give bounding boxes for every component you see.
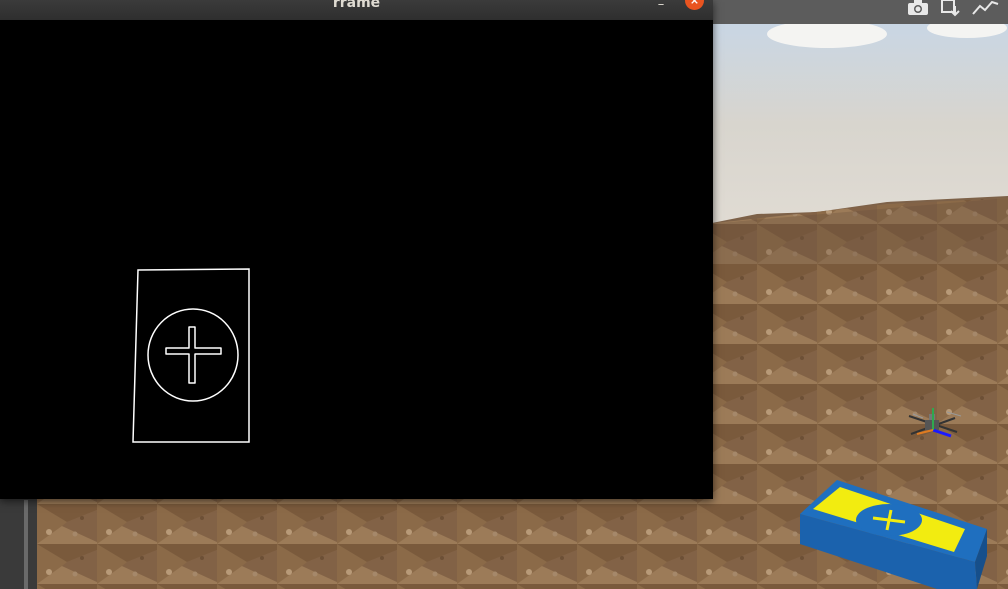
panel-splitter[interactable] xyxy=(24,500,28,589)
chart-line-icon[interactable] xyxy=(972,0,999,20)
image-window[interactable]: rrame – × xyxy=(0,0,713,499)
window-title: rrame xyxy=(332,0,381,11)
image-frame xyxy=(0,20,713,499)
download-icon[interactable] xyxy=(940,0,964,20)
minimize-button[interactable]: – xyxy=(650,0,672,14)
edge-detected-landing-pad-icon xyxy=(132,268,250,443)
desktop: rrame – × xyxy=(0,0,1008,589)
window-titlebar[interactable]: rrame – × xyxy=(0,0,713,20)
camera-icon[interactable] xyxy=(906,0,930,20)
